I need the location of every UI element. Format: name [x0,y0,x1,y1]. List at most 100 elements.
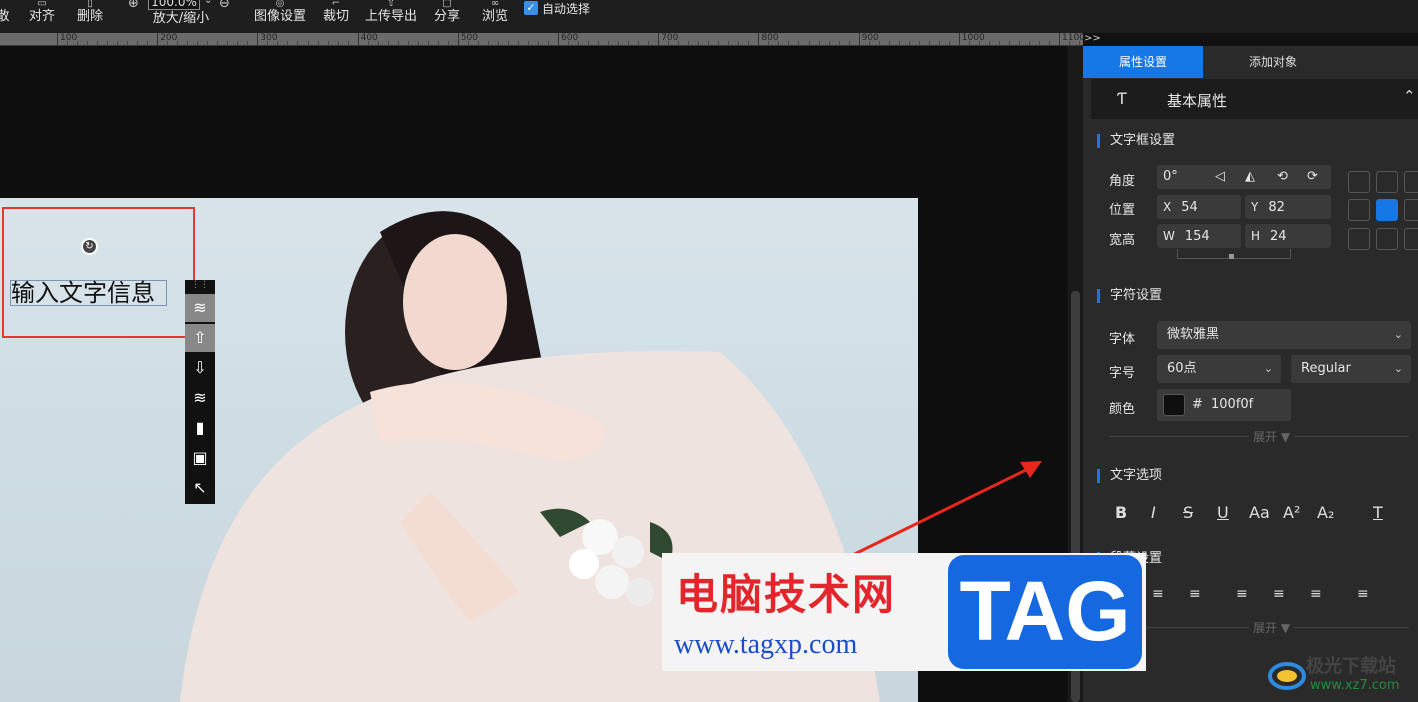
anchor-top-center[interactable] [1376,171,1398,193]
ruler-expand[interactable]: >> [1084,33,1101,44]
drag-handle-icon[interactable]: ⋮⋮ [185,280,215,292]
superscript-button[interactable]: A² [1283,503,1300,522]
ruler-minor-tick [277,41,279,45]
basic-properties-header[interactable]: Ƭ 基本属性 ⌃ [1091,79,1418,119]
anchor-top-left[interactable] [1348,171,1370,193]
ruler-minor-tick [568,41,570,45]
justify-all-icon[interactable]: ≡ [1357,586,1369,602]
justify-left-icon[interactable]: ≡ [1236,586,1248,602]
align-button[interactable]: ▭ 对齐 [26,0,58,33]
ruler-tick [658,33,660,46]
flip-vertical-icon[interactable]: ◭ [1245,165,1255,189]
rotate-right-icon[interactable]: ⟳ [1307,165,1318,189]
justify-right-icon[interactable]: ≡ [1310,586,1322,602]
anchor-bottom-right[interactable] [1404,228,1418,250]
trash-icon[interactable]: ▮ [185,414,215,442]
photo-face [403,234,507,370]
italic-button[interactable]: I [1151,503,1156,522]
ruler-minor-tick [948,41,950,45]
anchor-bottom-center[interactable] [1376,228,1398,250]
color-field[interactable]: # 100f0f [1157,389,1291,421]
send-backward-layer-icon[interactable]: ≋ [185,384,215,412]
auto-select-checkbox[interactable]: ✓ 自动选择 [524,0,590,16]
zoom-in-icon[interactable]: ⊕ [128,0,139,11]
text-selection-frame[interactable] [2,207,195,338]
anchor-center[interactable] [1376,199,1398,221]
angle-field[interactable]: 0° ◁ ◭ ⟲ ⟳ [1157,165,1331,189]
ruler-label: 700 [661,33,679,43]
align-center-icon[interactable]: ≡ [1152,586,1164,602]
ruler-minor-tick [668,41,670,45]
rotate-left-icon[interactable]: ⟲ [1277,165,1288,189]
ruler-tick [457,33,459,46]
zoom-label-text: 放大/缩小 [152,11,210,26]
strikethrough-button[interactable]: S [1183,503,1193,522]
anchor-middle-right[interactable] [1404,199,1418,221]
anchor-middle-left[interactable] [1348,199,1370,221]
ruler-minor-tick [748,41,750,45]
ruler-minor-tick [197,41,199,45]
ruler-minor-tick [377,41,379,45]
rotate-handle-icon[interactable]: ↻ [81,238,98,255]
ruler-tick [558,33,559,46]
move-down-icon[interactable]: ⇩ [185,354,215,382]
text-style-button[interactable]: T [1373,503,1383,522]
x-field[interactable]: X 54 [1157,195,1241,219]
ruler-label: 100 [60,33,78,43]
move-up-icon[interactable]: ⇧ [185,324,215,352]
ruler-minor-tick [648,41,650,45]
y-key: Y [1251,200,1259,214]
crop-button[interactable]: ⌐ 裁切 [320,0,352,33]
ruler-minor-tick [878,41,880,45]
zoom-out-icon[interactable]: ⊖ [219,0,230,11]
ruler-minor-tick [267,41,269,45]
flip-horizontal-icon[interactable]: ◁ [1215,165,1225,189]
underline-button[interactable]: U [1217,503,1229,522]
upload-export-button[interactable]: ⇧ 上传导出 [362,0,420,33]
lock-icon[interactable]: ▣ [185,444,215,472]
ruler-minor-tick [778,41,780,45]
anchor-bottom-left[interactable] [1348,228,1370,250]
height-field[interactable]: H 24 [1245,224,1331,248]
image-settings-button[interactable]: ◎ 图像设置 [250,0,310,33]
ruler-minor-tick [728,41,730,45]
color-swatch[interactable] [1163,394,1185,416]
expand-button[interactable]: 展开 ▼ [1249,619,1295,636]
check-icon: ✓ [524,1,538,15]
expand-button[interactable]: 展开 ▼ [1249,428,1295,445]
share-button[interactable]: ▢ 分享 [431,0,463,33]
tab-properties[interactable]: 属性设置 [1083,46,1203,78]
bold-button[interactable]: B [1115,503,1127,522]
cut-button[interactable]: 散 [0,0,10,33]
browse-label: 浏览 [481,9,508,24]
ruler-minor-tick [638,41,640,45]
chevron-down-icon[interactable]: ⌄ [204,0,212,6]
font-weight-select[interactable]: Regular ⌄ [1291,355,1411,383]
ruler-label: 1000 [961,33,985,43]
ruler-minor-tick [968,41,970,45]
ruler-minor-tick [487,41,489,45]
subscript-button[interactable]: A₂ [1317,503,1334,522]
select-cursor-icon[interactable]: ↖ [185,474,215,502]
ruler-minor-tick [217,41,219,45]
width-field[interactable]: W 154 [1157,224,1241,248]
tab-add-object[interactable]: 添加对象 [1203,46,1343,78]
justify-center-icon[interactable]: ≡ [1273,586,1285,602]
ruler-minor-tick [167,41,169,45]
aspect-lock-icon[interactable]: ▪ [1228,251,1235,262]
ruler-minor-tick [918,41,920,45]
text-object[interactable]: 输入文字信息 [10,280,167,306]
anchor-top-right[interactable] [1404,171,1418,193]
ruler-label: 900 [861,33,879,43]
case-button[interactable]: Aa [1249,503,1270,522]
font-size-select[interactable]: 60点 ⌄ [1157,355,1281,383]
font-select[interactable]: 微软雅黑 ⌄ [1157,321,1411,349]
zoom-input[interactable]: 100.0% [148,0,200,10]
ruler-minor-tick [678,41,680,45]
browse-button[interactable]: ∞ 浏览 [479,0,511,33]
collapse-icon[interactable]: ⌃ [1403,87,1416,105]
delete-button[interactable]: ▯ 删除 [74,0,106,33]
bring-forward-layer-icon[interactable]: ≋ [185,294,215,322]
y-field[interactable]: Y 82 [1245,195,1331,219]
align-right-icon[interactable]: ≡ [1189,586,1201,602]
